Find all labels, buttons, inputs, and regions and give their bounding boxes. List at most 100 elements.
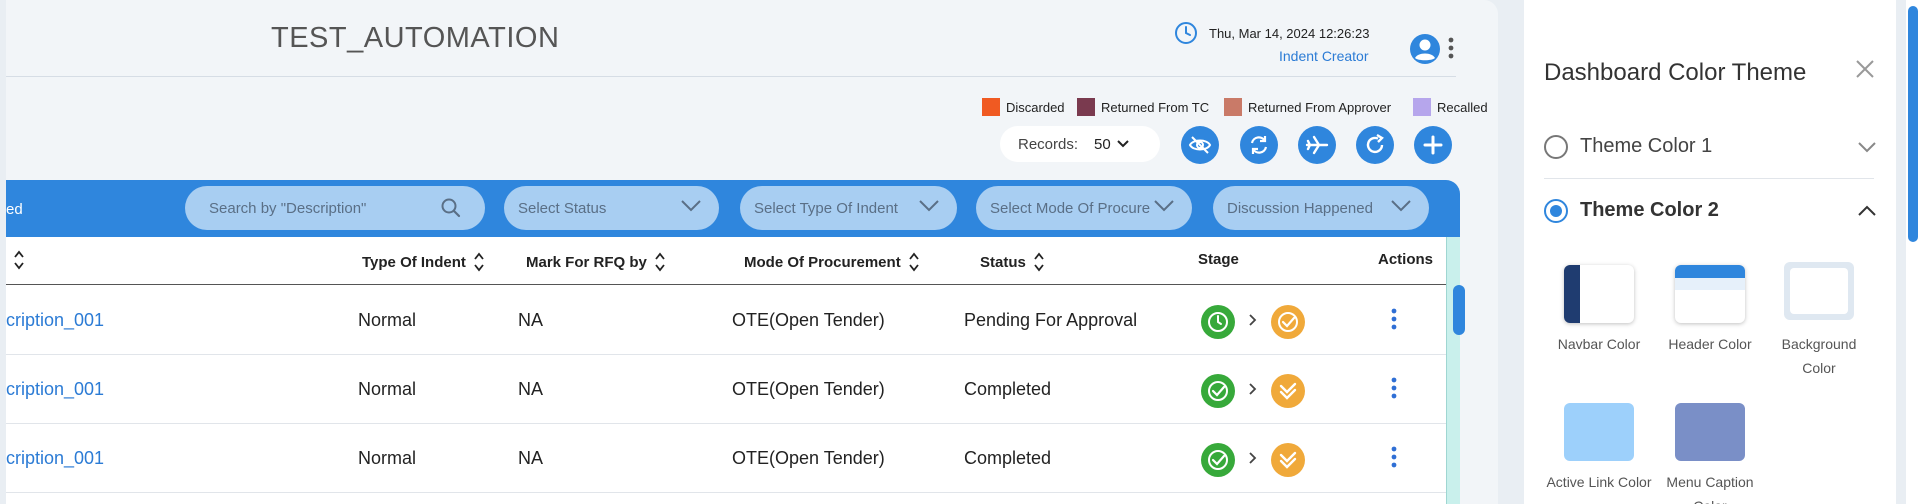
mark-for-rfq-cell: NA (518, 448, 544, 468)
column-header-mark-for-rfq[interactable]: Mark For RFQ by (526, 251, 665, 273)
chevron-right-icon (1249, 383, 1257, 395)
row-actions-icon[interactable] (1389, 444, 1399, 470)
description-link[interactable]: cription_001 (6, 310, 104, 331)
column-header-label: Status (980, 253, 1026, 271)
user-avatar-icon[interactable] (1408, 32, 1442, 66)
type-of-indent-cell: Normal (358, 310, 417, 330)
chevron-up-icon[interactable] (1858, 205, 1876, 217)
discussion-select[interactable]: Discussion Happened (1213, 186, 1429, 230)
table-row: cription_001 Normal NA OTE(Open Tender) … (6, 286, 1446, 355)
clock-icon (1175, 22, 1197, 44)
panel-scrollbar-thumb[interactable] (1908, 6, 1918, 242)
indent-type-select[interactable]: Select Type Of Indent (740, 186, 957, 230)
header-color-subfill (1675, 278, 1745, 290)
mode-of-procurement-cell: OTE(Open Tender) (732, 310, 885, 330)
status-cell: Pending For Approval (964, 310, 1138, 330)
send-button[interactable] (1298, 126, 1336, 164)
navbar-color-swatch[interactable] (1564, 265, 1634, 323)
panel-title: Dashboard Color Theme (1544, 59, 1807, 86)
theme-option-1[interactable]: Theme Color 1 (1544, 119, 1884, 175)
type-of-indent-cell: Normal (358, 448, 417, 468)
row-actions-icon[interactable] (1389, 375, 1399, 401)
table-row: cription_001 Normal NA OTE(Open Tender) … (6, 424, 1446, 493)
chevron-down-icon (1154, 200, 1174, 212)
legend-swatch (982, 98, 1000, 116)
table-header: Type Of Indent Mark For RFQ by Mode Of P… (6, 237, 1446, 285)
theme-2-radio[interactable] (1544, 199, 1568, 223)
legend-returned-from-approver: Returned From Approver (1224, 96, 1391, 118)
app-title: TEST_AUTOMATION (271, 22, 560, 54)
status-cell: Completed (964, 448, 1052, 468)
chevron-down-icon (681, 200, 701, 212)
stage-pending-icon[interactable] (1200, 304, 1236, 340)
stage-completed-icon[interactable] (1200, 442, 1236, 478)
theme-option-2[interactable]: Theme Color 2 (1544, 183, 1884, 239)
column-header-label: Mark For RFQ by (526, 253, 647, 271)
sort-icon[interactable] (14, 249, 24, 271)
refresh-icon (1366, 133, 1384, 154)
background-color-inner (1790, 268, 1848, 314)
description-link[interactable]: cription_001 (6, 448, 104, 469)
hide-columns-button[interactable] (1181, 126, 1219, 164)
theme-1-radio[interactable] (1544, 135, 1568, 159)
column-header-status[interactable]: Status (980, 251, 1044, 273)
mode-of-procurement-cell: OTE(Open Tender) (732, 379, 885, 399)
airplane-icon (1305, 135, 1329, 155)
column-header-stage: Stage (1198, 251, 1239, 268)
theme-2-label: Theme Color 2 (1580, 199, 1719, 221)
chevron-right-icon (1249, 314, 1257, 326)
legend-returned-from-tc: Returned From TC (1077, 96, 1209, 118)
header-color-label: Header Color (1668, 336, 1752, 352)
header-color-swatch[interactable] (1675, 265, 1745, 323)
background-color-swatch[interactable] (1784, 262, 1854, 320)
header-divider (6, 76, 1456, 77)
user-role[interactable]: Indent Creator (1279, 48, 1369, 64)
status-select-placeholder: Select Status (518, 199, 607, 217)
indent-type-select-placeholder: Select Type Of Indent (754, 199, 898, 217)
table-scrollbar[interactable] (1446, 237, 1460, 504)
header-more-icon[interactable] (1446, 35, 1456, 61)
refresh-button[interactable] (1356, 126, 1394, 164)
filter-bar: ed Search by "Description" Select Status… (6, 180, 1460, 237)
column-header-type-of-indent[interactable]: Type Of Indent (362, 251, 484, 273)
navbar-color-fill (1564, 265, 1580, 323)
stage-approved-icon[interactable] (1270, 304, 1306, 340)
close-icon[interactable] (1854, 58, 1876, 80)
procurement-mode-select[interactable]: Select Mode Of Procure (976, 186, 1192, 230)
procurement-mode-select-placeholder: Select Mode Of Procure (990, 199, 1151, 217)
search-placeholder: Search by "Description" (209, 199, 367, 217)
records-per-page-select[interactable]: Records: 50 (1000, 126, 1160, 162)
sort-icon[interactable] (1034, 251, 1044, 273)
chevron-down-icon (919, 200, 939, 212)
sort-icon[interactable] (474, 251, 484, 273)
status-select[interactable]: Select Status (504, 186, 719, 230)
sort-icon[interactable] (655, 251, 665, 273)
chevron-down-icon (1391, 200, 1411, 212)
header-color-fill (1675, 265, 1745, 278)
search-input[interactable]: Search by "Description" (185, 186, 485, 230)
active-link-color-swatch[interactable] (1564, 403, 1634, 461)
theme-panel: Dashboard Color Theme Theme Color 1 Them… (1524, 0, 1896, 504)
panel-scrollbar[interactable] (1906, 0, 1920, 504)
search-icon[interactable] (441, 198, 461, 218)
theme-divider (1544, 178, 1874, 179)
type-of-indent-cell: Normal (358, 379, 417, 399)
column-header-label: Mode Of Procurement (744, 253, 901, 271)
table-scrollbar-thumb[interactable] (1453, 285, 1465, 335)
column-header-mode-of-procurement[interactable]: Mode Of Procurement (744, 251, 919, 273)
column-header-actions: Actions (1378, 251, 1433, 268)
add-indent-button[interactable] (1414, 126, 1452, 164)
sync-button[interactable] (1240, 126, 1278, 164)
sort-icon[interactable] (908, 251, 919, 273)
column-header-label: Stage (1198, 251, 1239, 268)
legend-swatch (1224, 98, 1242, 116)
description-link[interactable]: cription_001 (6, 379, 104, 400)
legend-swatch (1077, 98, 1095, 116)
row-actions-icon[interactable] (1389, 306, 1399, 332)
mode-of-procurement-cell: OTE(Open Tender) (732, 448, 885, 468)
menu-caption-color-swatch[interactable] (1675, 403, 1745, 461)
stage-double-check-icon[interactable] (1270, 442, 1306, 478)
stage-completed-icon[interactable] (1200, 373, 1236, 409)
stage-double-check-icon[interactable] (1270, 373, 1306, 409)
chevron-down-icon[interactable] (1858, 141, 1876, 153)
